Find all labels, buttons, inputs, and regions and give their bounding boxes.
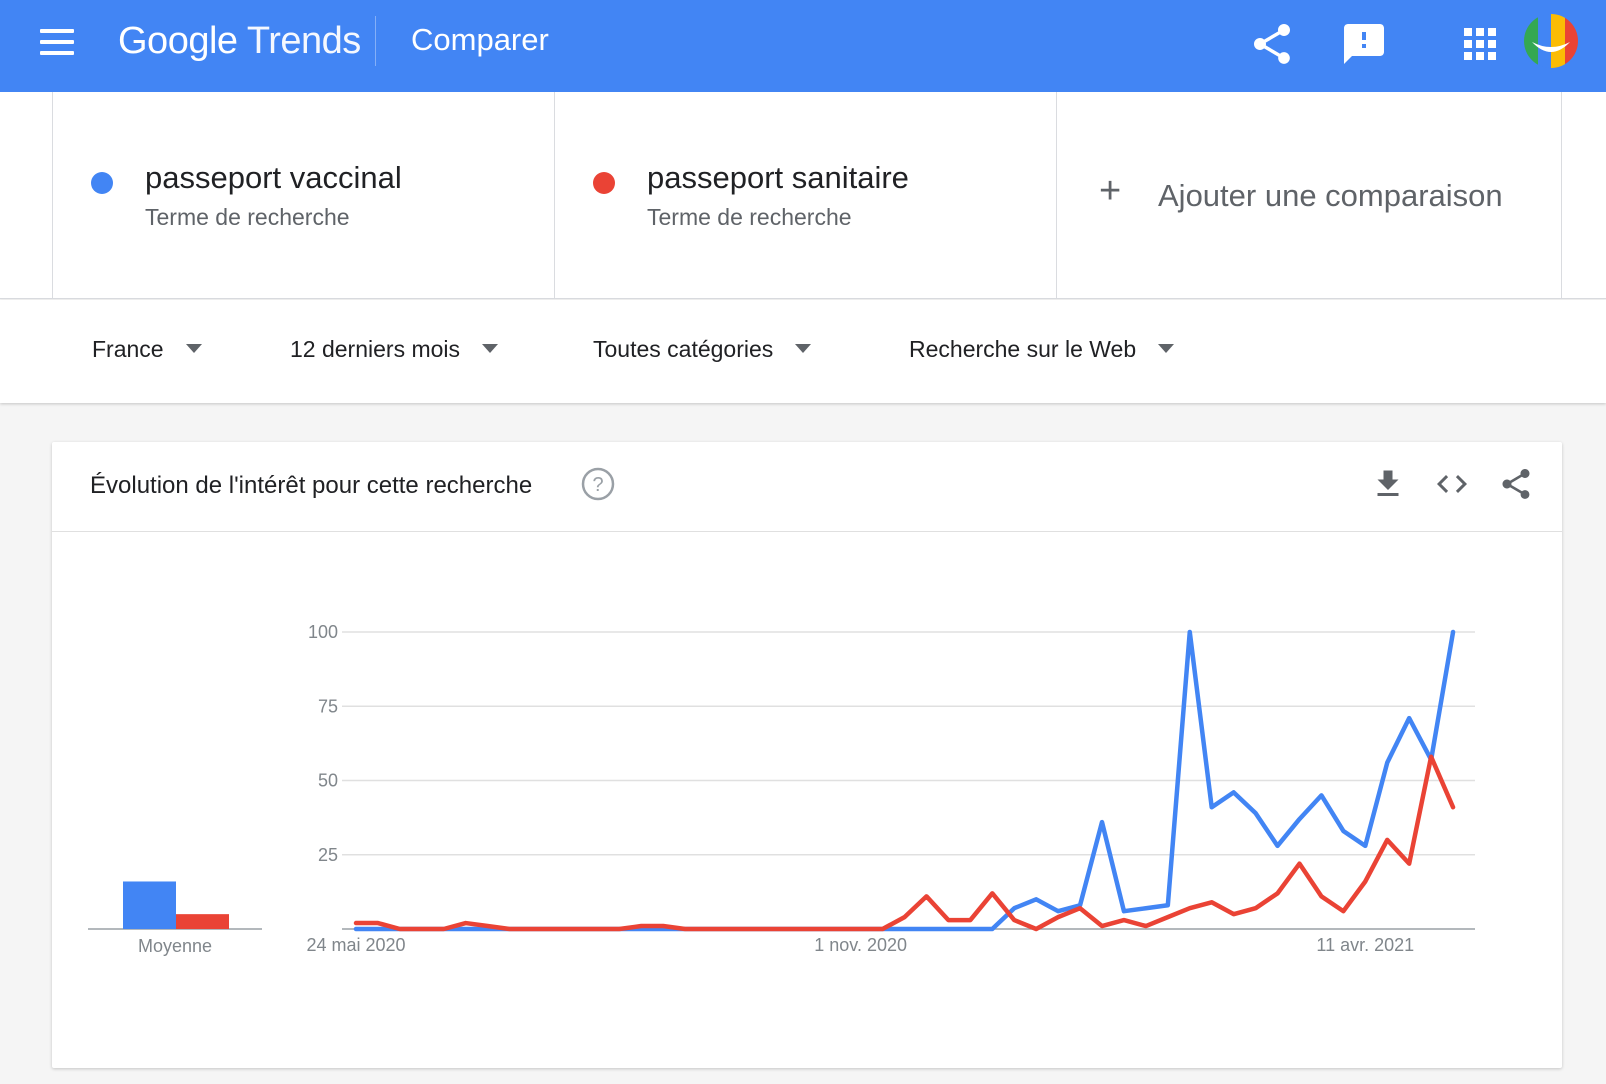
top-app-bar: Google Trends Comparer	[0, 0, 1606, 92]
dropdown-arrow-icon	[795, 344, 812, 354]
term-name: passeport sanitaire	[647, 160, 909, 195]
y-tick-label: 50	[318, 771, 338, 791]
feedback-icon[interactable]	[1340, 20, 1388, 68]
x-tick-label: 1 nov. 2020	[814, 935, 907, 955]
term-card-2[interactable]: passeport sanitaire Terme de recherche	[554, 92, 1056, 299]
period-dropdown[interactable]: 12 derniers mois	[290, 336, 499, 363]
region-dropdown[interactable]: France	[92, 336, 202, 363]
google-trends-logo[interactable]: Google Trends	[118, 20, 361, 63]
dropdown-arrow-icon	[482, 344, 499, 354]
y-tick-label: 25	[318, 845, 338, 865]
term-color-dot	[91, 172, 113, 194]
y-tick-label: 100	[308, 622, 338, 642]
term-type: Terme de recherche	[647, 204, 852, 230]
x-tick-label: 11 avr. 2021	[1316, 935, 1414, 955]
logo-google: Google	[118, 20, 238, 62]
apps-icon[interactable]	[1456, 20, 1504, 68]
avatar[interactable]	[1524, 14, 1578, 68]
plus-icon: +	[1099, 170, 1122, 212]
search-terms-bar: passeport vaccinal Terme de recherche pa…	[0, 92, 1606, 299]
dropdown-arrow-icon	[1158, 344, 1175, 354]
header-divider	[375, 16, 376, 66]
category-label: Toutes catégories	[593, 336, 774, 362]
period-label: 12 derniers mois	[290, 336, 461, 362]
term-card-1[interactable]: passeport vaccinal Terme de recherche	[52, 92, 554, 299]
region-label: France	[92, 336, 164, 362]
logo-trends: Trends	[246, 20, 361, 62]
interest-over-time-card: Évolution de l'intérêt pour cette recher…	[52, 442, 1562, 1068]
y-tick-label: 75	[318, 696, 338, 716]
search-type-dropdown[interactable]: Recherche sur le Web	[909, 336, 1175, 363]
share-icon[interactable]	[1248, 20, 1296, 68]
series-line-2	[353, 754, 1456, 932]
term-color-dot	[593, 172, 615, 194]
average-bar-1	[123, 881, 176, 929]
add-comparison-label: Ajouter une comparaison	[1158, 178, 1503, 213]
term-type: Terme de recherche	[145, 204, 350, 230]
menu-icon[interactable]	[40, 29, 74, 57]
add-comparison-button[interactable]: + Ajouter une comparaison	[1056, 92, 1562, 299]
average-label: Moyenne	[138, 936, 212, 956]
x-tick-label: 24 mai 2020	[306, 935, 405, 955]
interest-chart: 100 75 50 25 24 mai 2020 1 nov. 2020 11 avr. 2…	[88, 622, 1475, 956]
dropdown-arrow-icon	[185, 344, 202, 354]
category-dropdown[interactable]: Toutes catégories	[593, 336, 812, 363]
page-title: Comparer	[411, 22, 549, 57]
average-bar-2	[176, 914, 229, 929]
search-type-label: Recherche sur le Web	[909, 336, 1137, 362]
term-name: passeport vaccinal	[145, 160, 402, 195]
filters-bar: France 12 derniers mois Toutes catégorie…	[0, 300, 1606, 403]
